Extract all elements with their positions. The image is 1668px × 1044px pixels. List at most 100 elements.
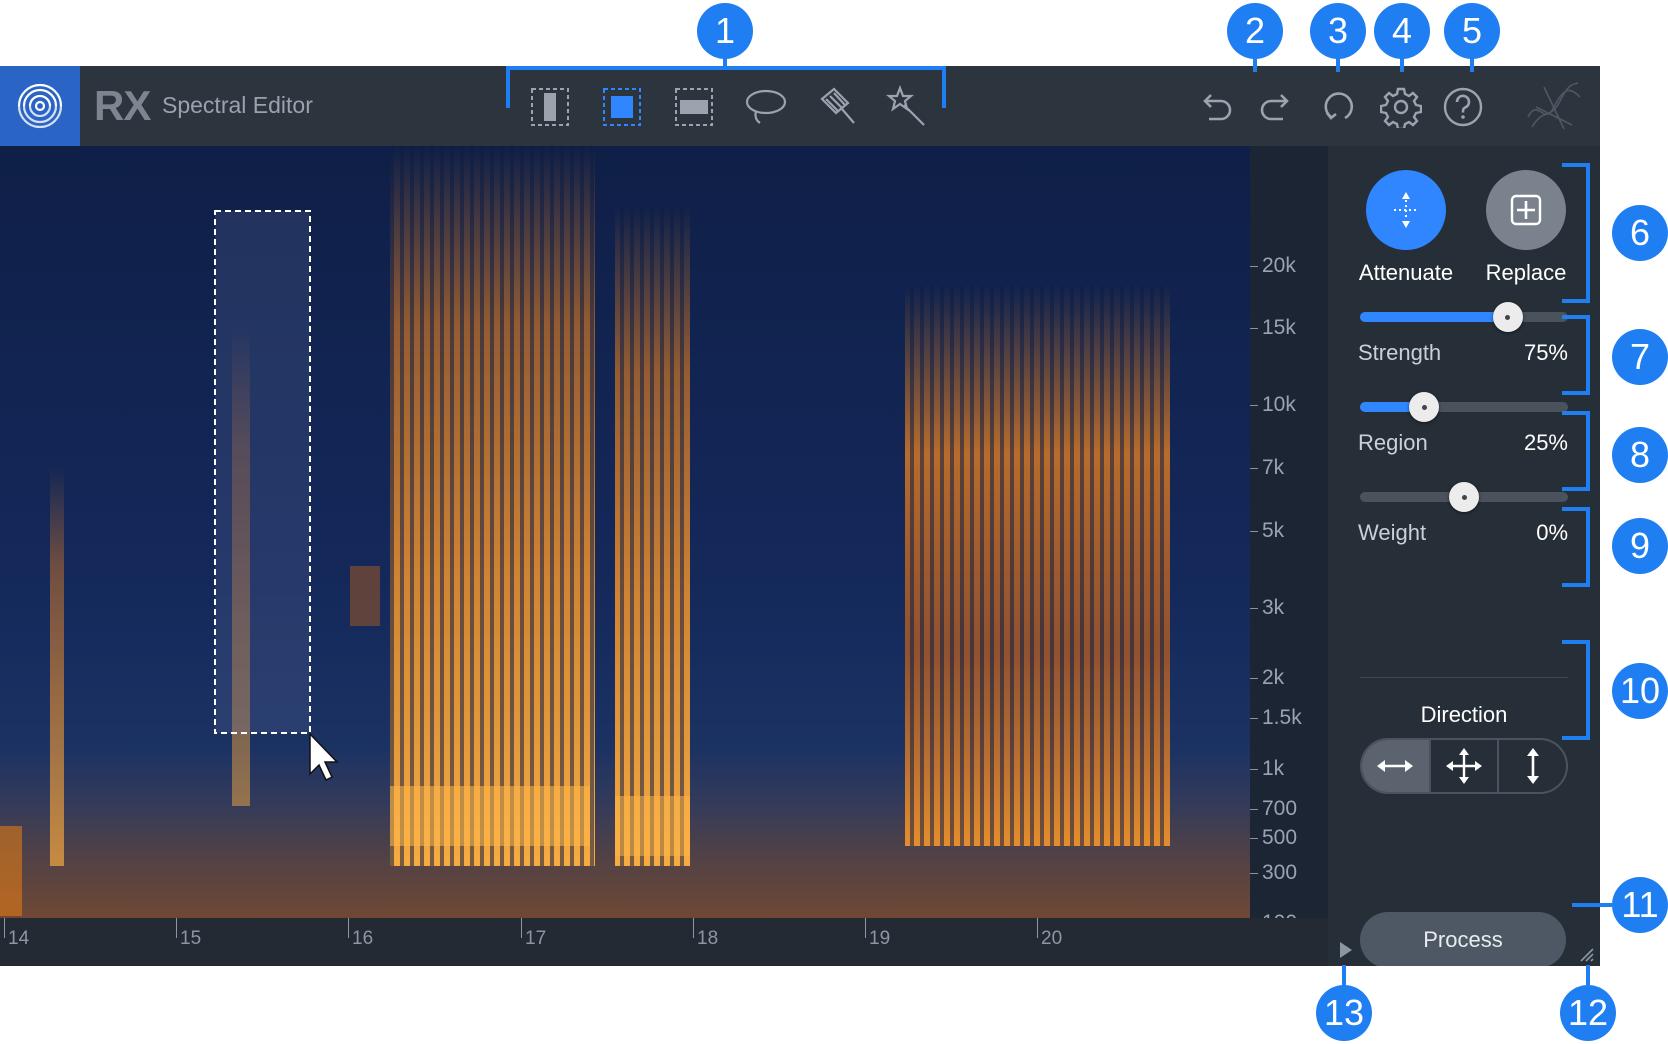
- time-frequency-selection[interactable]: [214, 210, 311, 734]
- time-label: 16: [352, 928, 374, 949]
- strength-label: Strength: [1358, 340, 1442, 365]
- vertical-arrows-icon: [1526, 748, 1539, 784]
- loop-button[interactable]: [1314, 83, 1364, 131]
- time-tick: [521, 918, 522, 938]
- four-way-arrows-icon: [1446, 748, 1482, 784]
- strength-slider-thumb[interactable]: [1492, 302, 1523, 332]
- weight-slider-thumb[interactable]: [1449, 482, 1479, 512]
- play-arrow-icon[interactable]: [1338, 941, 1354, 959]
- frequency-ruler: [1172, 146, 1250, 918]
- attenuate-icon: [1394, 192, 1418, 228]
- app-brand: RX: [94, 82, 151, 129]
- weight-label: Weight: [1358, 520, 1427, 545]
- undo-button[interactable]: [1190, 83, 1240, 131]
- strength-slider-fill: [1360, 312, 1508, 322]
- region-slider[interactable]: [1360, 392, 1568, 422]
- weight-slider[interactable]: [1360, 482, 1568, 512]
- izotope-logo: [0, 66, 80, 146]
- process-button[interactable]: Process: [1360, 912, 1566, 966]
- time-tick: [865, 918, 866, 938]
- callout-badge-4: 4: [1374, 3, 1430, 59]
- time-tick: [176, 918, 177, 938]
- direction-label: Direction: [1420, 702, 1508, 727]
- callout-badge-11: 11: [1612, 877, 1668, 933]
- freq-label: 700: [1262, 797, 1298, 820]
- callout-badge-3: 3: [1310, 3, 1366, 59]
- help-icon: [1443, 87, 1483, 127]
- callout-badge-9: 9: [1612, 518, 1668, 574]
- freq-tick: [1250, 873, 1258, 874]
- spectrogram-canvas: [0, 146, 1250, 918]
- freq-tick: [1250, 266, 1258, 267]
- freq-tick: [1250, 678, 1258, 679]
- freq-label: 1k: [1262, 757, 1285, 780]
- redo-button[interactable]: [1252, 83, 1302, 131]
- freq-label: 3k: [1262, 596, 1285, 619]
- freq-tick: [1250, 328, 1258, 329]
- callout-bracket-7: [1562, 315, 1590, 395]
- freq-tick: [1250, 531, 1258, 532]
- undo-icon: [1203, 94, 1232, 121]
- freq-tick: [1250, 405, 1258, 406]
- callout-badge-8: 8: [1612, 427, 1668, 483]
- direction-horizontal-button[interactable]: [1362, 740, 1429, 792]
- direction-vertical-button[interactable]: [1497, 740, 1566, 792]
- panel-divider: [1360, 677, 1568, 678]
- time-label: 20: [1041, 928, 1063, 949]
- freq-label: 7k: [1262, 456, 1285, 479]
- time-tick: [1037, 918, 1038, 938]
- callout-badge-7: 7: [1612, 329, 1668, 385]
- callout-badge-2: 2: [1227, 3, 1283, 59]
- callout-badge-1: 1: [697, 3, 753, 59]
- callout-bracket-1: [506, 66, 946, 108]
- time-label: 15: [180, 928, 202, 949]
- loop-icon: [1324, 92, 1354, 120]
- izotope-signature-icon: [1527, 82, 1581, 130]
- freq-tick: [1250, 608, 1258, 609]
- direction-both-button[interactable]: [1428, 740, 1498, 792]
- help-button[interactable]: [1438, 83, 1488, 131]
- spectral-editor-window: RX Spectral Editor 20k 15k 10k 7k 5k 3k …: [0, 66, 1600, 966]
- timeline-ruler[interactable]: 14 15 16 17 18 19 20: [0, 918, 1328, 966]
- attenuate-button[interactable]: [1366, 170, 1446, 250]
- callout-badge-6: 6: [1612, 205, 1668, 261]
- redo-icon: [1260, 94, 1289, 121]
- replace-button[interactable]: [1486, 170, 1566, 250]
- freq-tick: [1250, 838, 1258, 839]
- spectral-editor-panel: Attenuate Replace Strength 75% Region 25…: [1328, 146, 1600, 966]
- freq-tick: [1250, 769, 1258, 770]
- callout-badge-10: 10: [1612, 663, 1668, 719]
- freq-label: 10k: [1262, 393, 1296, 416]
- callout-bracket-9: [1562, 507, 1590, 587]
- resize-grip-icon[interactable]: [1578, 946, 1594, 962]
- time-label: 18: [697, 928, 719, 949]
- time-tick: [348, 918, 349, 938]
- module-title: Spectral Editor: [162, 92, 313, 118]
- freq-label: 15k: [1262, 316, 1296, 339]
- spectrogram-view[interactable]: [0, 146, 1250, 918]
- time-label: 19: [869, 928, 891, 949]
- settings-button[interactable]: [1376, 83, 1426, 131]
- izotope-signature: [1522, 82, 1586, 131]
- izotope-logo-icon: [17, 83, 63, 129]
- strength-slider[interactable]: [1360, 302, 1568, 332]
- freq-label: 20k: [1262, 254, 1296, 277]
- callout-badge-13: 13: [1316, 985, 1372, 1041]
- time-tick: [4, 918, 5, 938]
- callout-bracket-10: [1562, 640, 1590, 740]
- attenuate-label: Attenuate: [1358, 260, 1454, 285]
- time-label: 14: [8, 928, 30, 949]
- time-tick: [693, 918, 694, 938]
- freq-tick: [1250, 468, 1258, 469]
- freq-label: 2k: [1262, 666, 1285, 689]
- freq-tick: [1250, 718, 1258, 719]
- freq-label: 500: [1262, 826, 1298, 849]
- region-slider-thumb[interactable]: [1409, 392, 1440, 422]
- gear-icon: [1380, 87, 1422, 128]
- direction-selector: [1360, 738, 1568, 794]
- callout-badge-5: 5: [1444, 3, 1500, 59]
- callout-line-12: [1586, 965, 1590, 985]
- replace-icon: [1510, 194, 1542, 226]
- callout-line-11: [1572, 903, 1612, 907]
- freq-label: 300: [1262, 861, 1298, 884]
